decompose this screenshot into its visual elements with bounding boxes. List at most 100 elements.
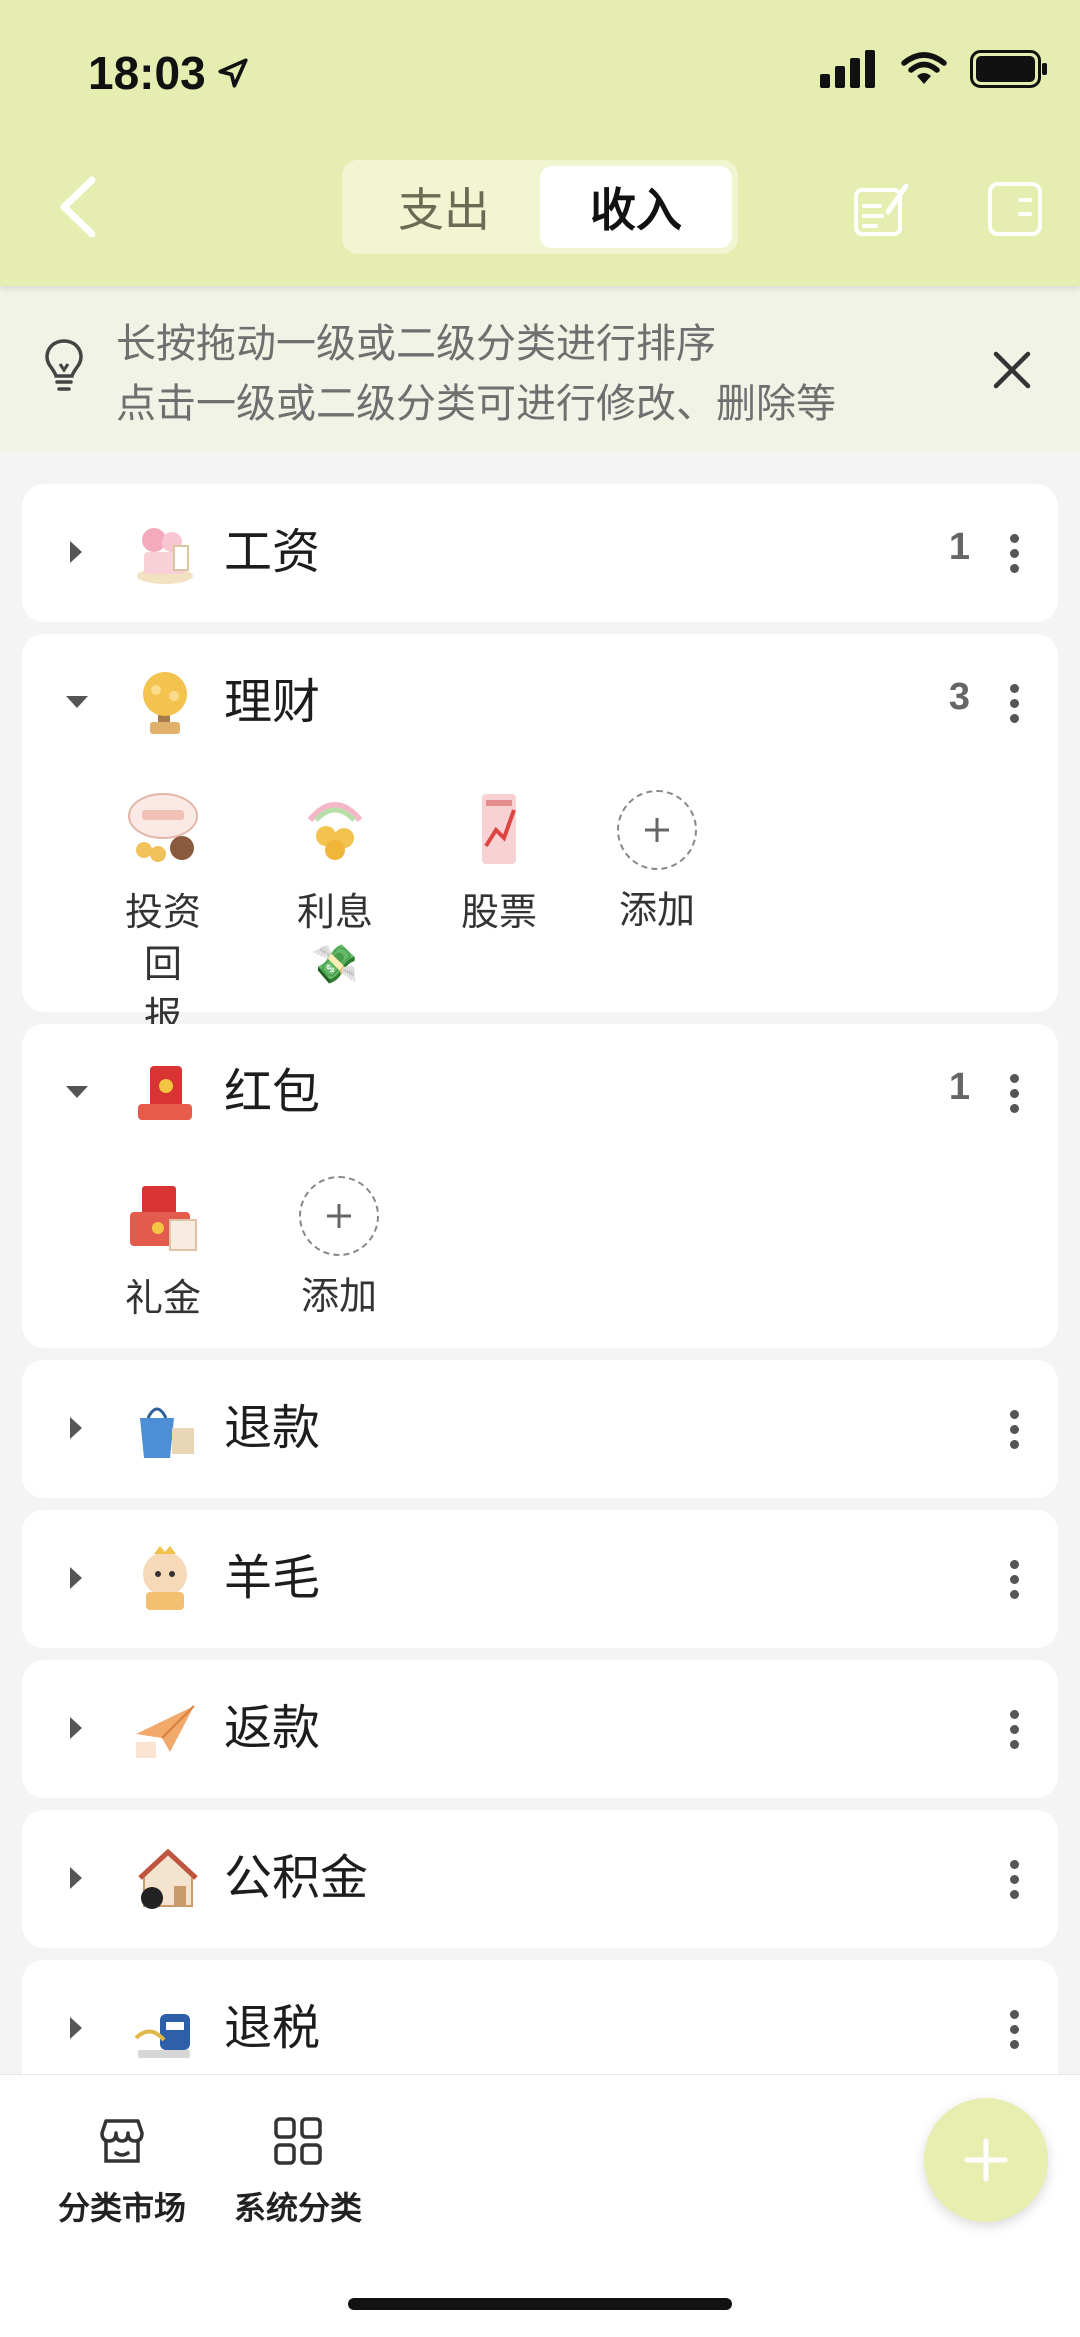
- batch-edit-button[interactable]: [852, 180, 910, 238]
- red-envelope-icon: [138, 1066, 192, 1120]
- category-name: 公积金: [224, 1850, 369, 1906]
- tip-line-2: 点击一级或二级分类可进行修改、删除等: [116, 381, 836, 427]
- panel-icon: [988, 182, 1042, 236]
- more-vertical-icon[interactable]: [1008, 1710, 1020, 1750]
- investment-return-icon: [128, 793, 198, 862]
- expand-arrow-icon[interactable]: [70, 1567, 82, 1589]
- status-icons: [820, 50, 1048, 88]
- edit-list-icon: [854, 183, 909, 236]
- add-icon: [617, 790, 697, 870]
- more-vertical-icon[interactable]: [1008, 1860, 1020, 1900]
- category-market-label: 分类市场: [57, 2189, 186, 2227]
- category-card-rebate: 返款: [22, 1660, 1058, 1798]
- system-category-label: 系统分类: [233, 2189, 362, 2227]
- tip-banner: 长按拖动一级或二级分类进行排序 点击一级或二级分类可进行修改、删除等: [0, 286, 1080, 452]
- category-name: 退税: [224, 2000, 321, 2056]
- add-category-button[interactable]: [924, 2098, 1048, 2222]
- more-panel-button[interactable]: [986, 180, 1044, 238]
- subcategory-count: 1: [948, 526, 970, 568]
- subcategory-label: 利息💸: [296, 890, 373, 986]
- category-row[interactable]: 理财 3: [22, 634, 1058, 772]
- paper-plane-icon: [136, 1705, 195, 1758]
- wifi-icon: [901, 52, 947, 84]
- add-label: 添加: [618, 888, 695, 932]
- interest-coins-icon: [307, 802, 363, 860]
- subcategory-label: 投资回 报: [124, 890, 201, 1038]
- status-time: 18:03: [88, 46, 250, 100]
- more-vertical-icon[interactable]: [1008, 1560, 1020, 1600]
- category-row[interactable]: 公积金: [22, 1810, 1058, 1948]
- house-icon: [138, 1848, 198, 1909]
- battery-icon: [970, 50, 1047, 88]
- category-name: 退款: [224, 1400, 321, 1456]
- tip-line-1: 长按拖动一级或二级分类进行排序: [116, 321, 716, 367]
- subcategory-item[interactable]: 投资回 报: [108, 786, 218, 1042]
- system-category-button[interactable]: 系统分类: [218, 2115, 378, 2229]
- subcategory-item[interactable]: 利息💸: [280, 786, 390, 990]
- category-name: 红包: [224, 1064, 321, 1120]
- subcategory-label: 礼金: [124, 1276, 201, 1320]
- tab-income[interactable]: 收入: [540, 166, 732, 248]
- gift-box-icon: [137, 528, 193, 584]
- subcategory-count: 3: [948, 676, 970, 718]
- stock-chart-icon: [482, 794, 516, 864]
- category-row[interactable]: 红包 1: [22, 1024, 1058, 1162]
- collapse-arrow-icon[interactable]: [66, 1086, 88, 1098]
- tip-close-button[interactable]: [990, 348, 1034, 396]
- store-icon: [100, 2119, 144, 2163]
- expand-arrow-icon[interactable]: [70, 1717, 82, 1739]
- category-row[interactable]: 退款: [22, 1360, 1058, 1498]
- expand-arrow-icon[interactable]: [70, 2017, 82, 2039]
- add-subcategory-button[interactable]: 添加: [602, 790, 712, 936]
- chevron-left-icon: [60, 176, 96, 238]
- cellular-signal-icon: [820, 50, 875, 88]
- back-button[interactable]: [56, 176, 100, 238]
- money-tree-icon: [143, 672, 187, 734]
- category-card-wool: 羊毛: [22, 1510, 1058, 1648]
- add-subcategory-button[interactable]: 添加: [284, 1176, 394, 1322]
- lightbulb-icon: [45, 339, 83, 391]
- subcategory-item[interactable]: 礼金: [108, 1172, 218, 1324]
- subcategory-count: 1: [948, 1066, 970, 1108]
- tip-text: 长按拖动一级或二级分类进行排序 点击一级或二级分类可进行修改、删除等: [116, 314, 836, 434]
- category-card-red-envelope: 红包 1 礼金 添加: [22, 1024, 1058, 1348]
- shopping-bag-icon: [140, 1407, 194, 1458]
- category-name: 理财: [224, 674, 321, 730]
- subcategory-item[interactable]: 股票: [444, 786, 554, 938]
- status-time-text: 18:03: [88, 47, 206, 99]
- expand-arrow-icon[interactable]: [70, 541, 82, 563]
- add-icon: [299, 1176, 379, 1256]
- top-bar: 18:03 支出 收入: [0, 0, 1080, 286]
- more-vertical-icon[interactable]: [1008, 684, 1020, 724]
- expand-arrow-icon[interactable]: [70, 1417, 82, 1439]
- collapse-arrow-icon[interactable]: [66, 696, 88, 708]
- category-name: 羊毛: [224, 1550, 321, 1606]
- mailbox-icon: [134, 2014, 190, 2058]
- category-row[interactable]: 返款: [22, 1660, 1058, 1798]
- add-label: 添加: [300, 1274, 377, 1318]
- plus-icon: [964, 2138, 1008, 2182]
- sheep-coupon-icon: [143, 1546, 187, 1610]
- subcategory-label: 股票: [460, 890, 537, 934]
- close-icon: [993, 351, 1031, 389]
- category-market-button[interactable]: 分类市场: [42, 2115, 202, 2229]
- more-vertical-icon[interactable]: [1008, 1410, 1020, 1450]
- gift-money-icon: [130, 1186, 197, 1251]
- expand-arrow-icon[interactable]: [70, 1867, 82, 1889]
- category-row[interactable]: 工资 1: [22, 484, 1058, 622]
- category-name: 返款: [224, 1700, 321, 1756]
- more-vertical-icon[interactable]: [1008, 2010, 1020, 2050]
- more-vertical-icon[interactable]: [1008, 534, 1020, 574]
- category-card-refund: 退款: [22, 1360, 1058, 1498]
- more-vertical-icon[interactable]: [1008, 1074, 1020, 1114]
- category-row[interactable]: 羊毛: [22, 1510, 1058, 1648]
- category-grid-icon: [274, 2117, 322, 2165]
- location-arrow-icon: [218, 58, 248, 88]
- category-name: 工资: [224, 524, 321, 580]
- category-card-housing-fund: 公积金: [22, 1810, 1058, 1948]
- tab-expense[interactable]: 支出: [348, 166, 540, 248]
- type-toggle: 支出 收入: [342, 160, 738, 254]
- category-card-salary: 工资 1: [22, 484, 1058, 622]
- category-card-finance: 理财 3 投资回 报 利息💸 股票 添加: [22, 634, 1058, 1038]
- home-indicator: [348, 2298, 732, 2310]
